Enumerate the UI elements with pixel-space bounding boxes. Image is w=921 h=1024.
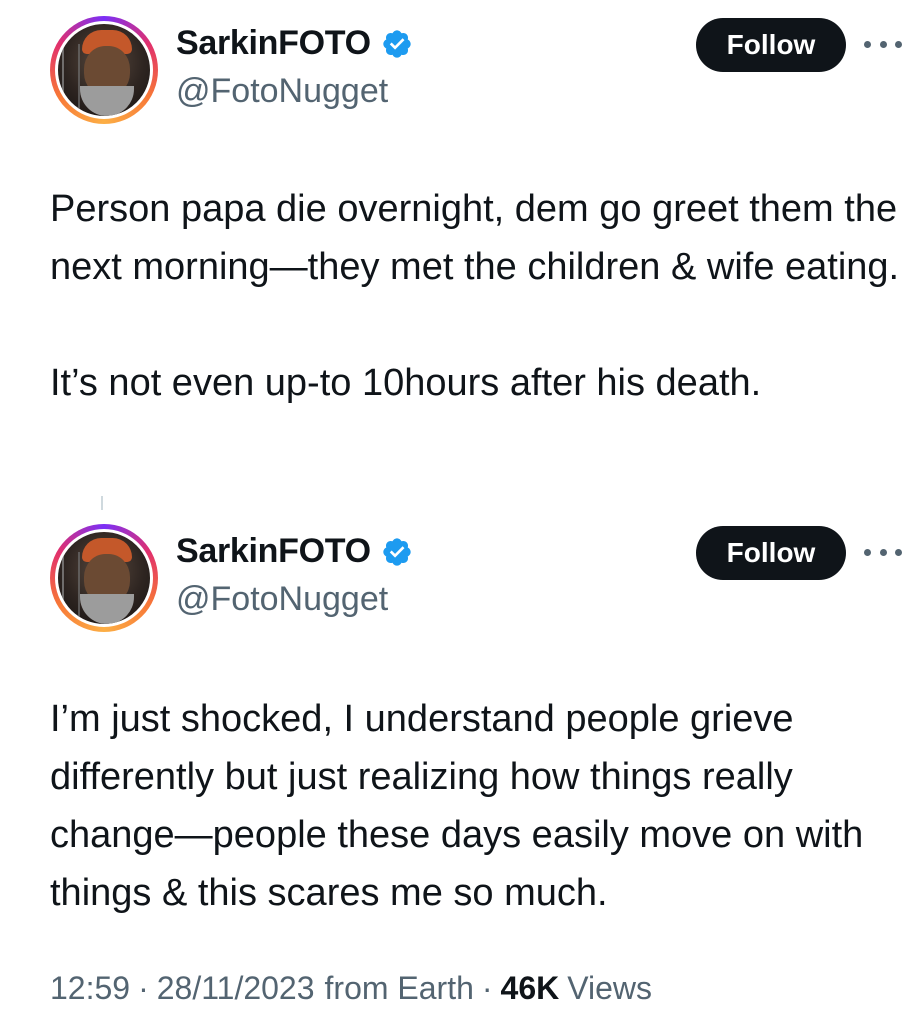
more-dot	[895, 40, 902, 48]
author-name-row[interactable]: SarkinFOTO	[176, 24, 413, 63]
avatar-photo	[55, 529, 153, 627]
tweet-text: Person papa die overnight, dem go greet …	[50, 188, 900, 404]
more-options-icon[interactable]	[864, 542, 902, 562]
avatar-guitar	[62, 44, 80, 114]
more-dot	[864, 548, 871, 556]
author-display-name[interactable]: SarkinFOTO	[176, 24, 371, 63]
more-dot	[895, 548, 902, 556]
more-dot	[879, 548, 887, 556]
tweet-header: SarkinFOTO @FotoNugget Follow	[0, 0, 921, 130]
meta-separator: ·	[481, 970, 493, 1006]
more-dot	[864, 40, 871, 48]
author-handle[interactable]: @FotoNugget	[176, 72, 388, 111]
avatar[interactable]	[50, 524, 158, 632]
author-name-row[interactable]: SarkinFOTO	[176, 532, 413, 571]
avatar-guitar	[62, 552, 80, 622]
avatar[interactable]	[50, 16, 158, 124]
verified-badge-icon	[383, 29, 411, 58]
views-count[interactable]: 46K	[501, 970, 560, 1007]
meta-separator: ·	[138, 970, 149, 1006]
more-options-icon[interactable]	[864, 34, 902, 54]
views-label[interactable]: Views	[567, 970, 652, 1007]
avatar-photo	[55, 21, 153, 119]
verified-badge-icon	[383, 537, 411, 566]
follow-button[interactable]: Follow	[696, 18, 846, 72]
tweet-date[interactable]: 28/11/2023	[157, 970, 315, 1007]
tweet-1[interactable]: SarkinFOTO @FotoNugget Follow Person pap…	[0, 0, 921, 404]
tweet-thread-page: SarkinFOTO @FotoNugget Follow Person pap…	[0, 0, 921, 1024]
tweet-meta: 12:59 · 28/11/2023 from Earth · 46K View…	[50, 970, 652, 1007]
follow-button[interactable]: Follow	[696, 526, 846, 580]
tweet-header: SarkinFOTO @FotoNugget Follow	[0, 508, 921, 638]
tweet-text: I’m just shocked, I understand people gr…	[50, 698, 874, 914]
tweet-2[interactable]: SarkinFOTO @FotoNugget Follow I’m just s…	[0, 508, 921, 914]
tweet-source: from Earth	[324, 970, 474, 1006]
author-handle[interactable]: @FotoNugget	[176, 580, 388, 619]
avatar-beard	[80, 594, 134, 624]
more-dot	[879, 40, 887, 48]
tweet-time[interactable]: 12:59	[50, 970, 130, 1007]
avatar-beard	[80, 86, 134, 116]
author-display-name[interactable]: SarkinFOTO	[176, 532, 371, 571]
